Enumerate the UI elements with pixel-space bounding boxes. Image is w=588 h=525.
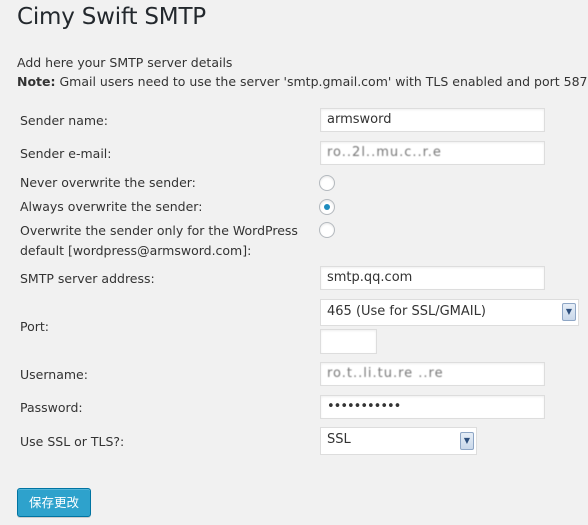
password-input[interactable]: ••••••••••• (320, 395, 545, 419)
overwrite-wp-radio[interactable] (319, 222, 335, 238)
port-custom-input[interactable] (320, 329, 377, 354)
overwrite-wp-label-line2: default [wordpress@armsword.com]: (20, 243, 252, 258)
smtp-server-label: SMTP server address: (20, 271, 155, 286)
save-changes-button[interactable]: 保存更改 (17, 488, 91, 517)
port-selected-value: 465 (Use for SSL/GMAIL) (327, 304, 486, 319)
ssl-select[interactable]: SSL ▼ (320, 427, 477, 455)
overwrite-wp-label: Overwrite the sender only for the WordPr… (20, 221, 298, 261)
username-value: ro.t..li.tu.re ..re (327, 366, 444, 381)
smtp-server-input[interactable]: smtp.qq.com (320, 266, 545, 290)
username-input[interactable]: ro.t..li.tu.re ..re (320, 362, 545, 386)
intro-line: Add here your SMTP server details (17, 55, 233, 70)
intro-text: Add here your SMTP server details Note: … (17, 53, 588, 91)
password-label: Password: (20, 400, 83, 415)
always-overwrite-label: Always overwrite the sender: (20, 199, 203, 214)
sender-name-input[interactable]: armsword (320, 108, 545, 132)
ssl-label: Use SSL or TLS?: (20, 434, 125, 449)
ssl-selected-value: SSL (327, 432, 351, 447)
overwrite-wp-label-line1: Overwrite the sender only for the WordPr… (20, 223, 298, 238)
sender-name-label: Sender name: (20, 113, 108, 128)
chevron-down-icon[interactable]: ▼ (460, 432, 474, 450)
chevron-down-icon[interactable]: ▼ (562, 303, 576, 321)
never-overwrite-label: Never overwrite the sender: (20, 175, 196, 190)
sender-email-value: ro..2l..mu.c..r.e (327, 145, 442, 160)
username-label: Username: (20, 367, 88, 382)
sender-email-label: Sender e-mail: (20, 146, 112, 161)
note-text: Gmail users need to use the server 'smtp… (55, 74, 588, 89)
page-title: Cimy Swift SMTP (17, 4, 206, 30)
note-label: Note: (17, 74, 56, 89)
note-line: Note: Gmail users need to use the server… (17, 72, 588, 91)
sender-email-input[interactable]: ro..2l..mu.c..r.e (320, 141, 545, 165)
always-overwrite-radio[interactable] (319, 199, 335, 215)
never-overwrite-radio[interactable] (319, 175, 335, 191)
port-label: Port: (20, 319, 49, 334)
port-select[interactable]: 465 (Use for SSL/GMAIL) ▼ (320, 299, 579, 326)
